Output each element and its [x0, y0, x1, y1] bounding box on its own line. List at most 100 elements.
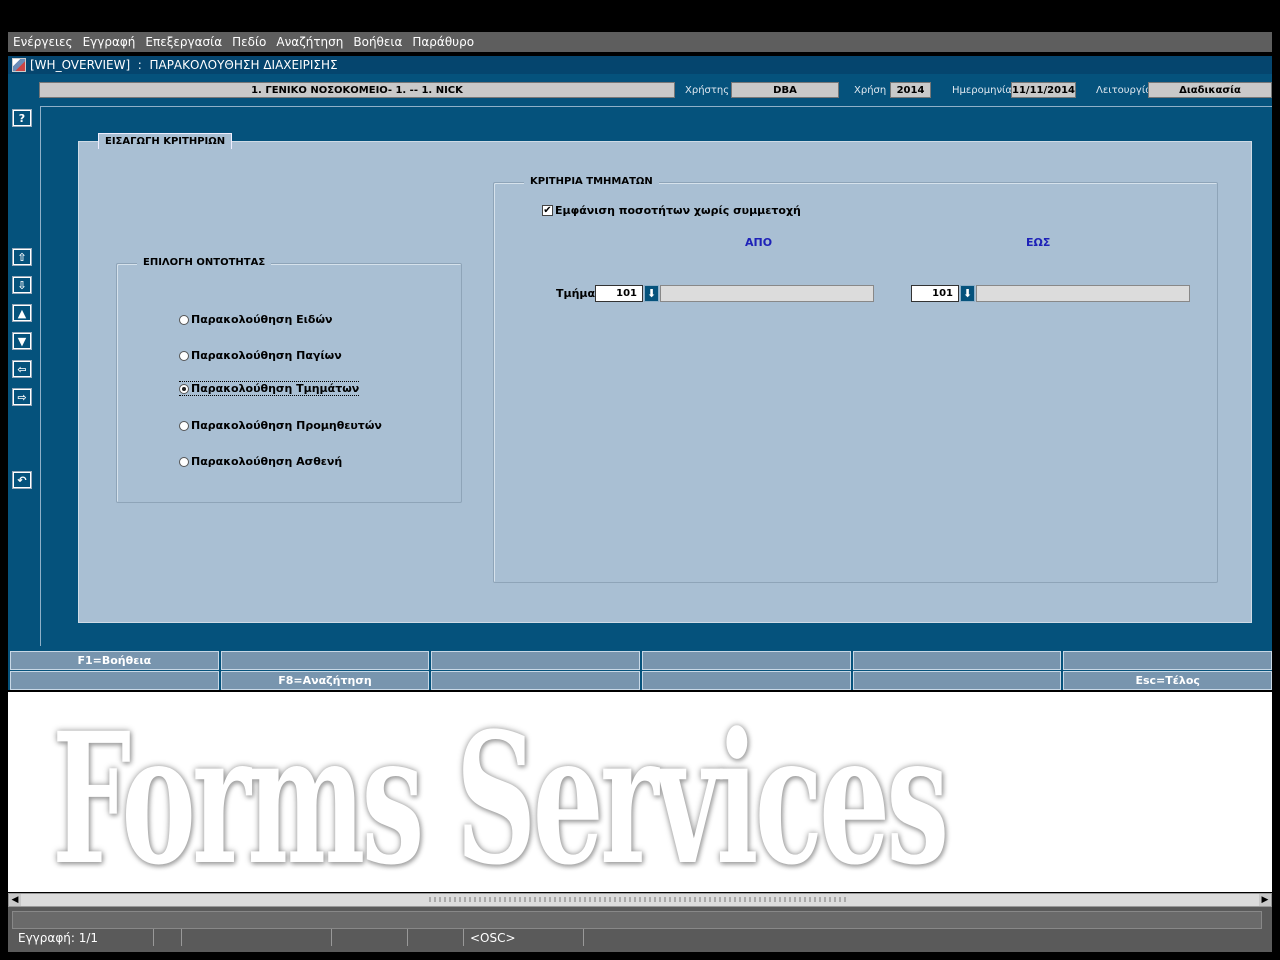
- previous-record-button[interactable]: ▲: [12, 304, 32, 322]
- function-field: Διαδικασία: [1148, 82, 1272, 98]
- entity-group-title: ΕΠΙΛΟΓΗ ΟΝΤΟΤΗΤΑΣ: [137, 257, 272, 268]
- exit-button[interactable]: ↶: [12, 471, 32, 489]
- status-cell: [154, 929, 182, 946]
- user-label: Χρήστης: [685, 84, 730, 96]
- radio-departments-label: Παρακολούθηση Τμημάτων: [191, 382, 360, 395]
- menu-edit[interactable]: Επεξεργασία: [145, 35, 222, 49]
- mode-indicator: <OSC>: [464, 929, 584, 946]
- to-heading: ΕΩΣ: [1026, 236, 1051, 249]
- date-label: Ημερομηνία: [952, 84, 1013, 96]
- previous-record-icon: ▲: [14, 306, 30, 320]
- window-title-bar: [WH_OVERVIEW] : ΠΑΡΑΚΟΛΟΥΘΗΣΗ ΔΙΑΧΕΙΡΙΣΗ…: [8, 56, 1272, 74]
- radio-items-label: Παρακολούθηση Ειδών: [191, 313, 333, 326]
- last-record-button[interactable]: ⇩: [12, 276, 32, 294]
- radio-items-control[interactable]: [179, 314, 189, 325]
- radio-fixed-assets[interactable]: Παρακολούθηση Παγίων: [179, 349, 342, 362]
- exit-icon: ↶: [14, 473, 30, 487]
- show-zero-qty-label: Εμφάνιση ποσοτήτων χωρίς συμμετοχή: [555, 204, 801, 217]
- organization-field: 1. ΓΕΝΙΚΟ ΝΟΣΟΚΟΜΕΙΟ- 1. -- 1. NICK: [39, 82, 675, 98]
- message-line: [12, 911, 1262, 929]
- department-to-description: [976, 285, 1190, 302]
- department-criteria-group: ΚΡΙΤΗΡΙΑ ΤΜΗΜΑΤΩΝ ✔ Εμφάνιση ποσοτήτων χ…: [493, 176, 1218, 583]
- menu-actions[interactable]: Ενέργειες: [13, 35, 73, 49]
- status-cell: [332, 929, 408, 946]
- scroll-right-icon[interactable]: ▶: [1259, 894, 1271, 906]
- radio-departments[interactable]: Παρακολούθηση Τμημάτων: [179, 381, 360, 396]
- menu-help[interactable]: Βοήθεια: [353, 35, 402, 49]
- fkey-exit-button[interactable]: Esc=Τέλος: [1063, 671, 1273, 690]
- scrollbar-grip[interactable]: [429, 897, 849, 902]
- app-icon: [12, 58, 26, 72]
- radio-suppliers-control[interactable]: [179, 420, 189, 431]
- radio-patients-label: Παρακολούθηση Ασθενή: [191, 455, 343, 468]
- from-heading: ΑΠΟ: [745, 236, 773, 249]
- department-label: Τμήμα: [556, 287, 596, 300]
- horizontal-scrollbar[interactable]: ◀ ▶: [8, 893, 1272, 907]
- forms-services-watermark: Forms Services: [52, 694, 949, 892]
- help-icon: ?: [14, 111, 30, 125]
- function-label: Λειτουργία: [1096, 84, 1152, 96]
- next-record-icon: ▼: [14, 334, 30, 348]
- fkey-button[interactable]: [852, 651, 1062, 670]
- form-workarea: 1. ΓΕΝΙΚΟ ΝΟΣΟΚΟΜΕΙΟ- 1. -- 1. NICK Χρήσ…: [8, 74, 1272, 690]
- fkey-button[interactable]: [431, 651, 641, 670]
- next-block-button[interactable]: ⇨: [12, 388, 32, 406]
- fkey-button[interactable]: [431, 671, 641, 690]
- year-label: Χρήση: [854, 84, 887, 96]
- previous-block-button[interactable]: ⇦: [12, 360, 32, 378]
- help-button[interactable]: ?: [12, 109, 32, 127]
- radio-patients[interactable]: Παρακολούθηση Ασθενή: [179, 455, 342, 468]
- radio-departments-control[interactable]: [179, 383, 189, 394]
- previous-block-icon: ⇦: [14, 362, 30, 376]
- radio-patients-control[interactable]: [179, 456, 189, 467]
- department-to-input[interactable]: 101: [911, 285, 959, 302]
- next-block-icon: ⇨: [14, 390, 30, 404]
- fkey-button[interactable]: [642, 651, 851, 670]
- menu-bar: Ενέργειες Εγγραφή Επεξεργασία Πεδίο Αναζ…: [8, 32, 1272, 52]
- criteria-group-title: ΚΡΙΤΗΡΙΑ ΤΜΗΜΑΤΩΝ: [524, 176, 659, 187]
- fkey-help-button[interactable]: F1=Βοήθεια: [10, 651, 219, 670]
- fkey-button[interactable]: [1063, 651, 1273, 670]
- entity-selection-group: ΕΠΙΛΟΓΗ ΟΝΤΟΤΗΤΑΣ Παρακολούθηση Ειδών Πα…: [116, 257, 462, 503]
- radio-suppliers-label: Παρακολούθηση Προμηθευτών: [191, 419, 382, 432]
- scroll-left-icon[interactable]: ◀: [9, 894, 21, 906]
- status-cell: [182, 929, 332, 946]
- department-to-lov-button[interactable]: ⬇: [960, 285, 975, 302]
- radio-fixed-assets-label: Παρακολούθηση Παγίων: [191, 349, 342, 362]
- background-area: Forms Services: [8, 692, 1272, 892]
- first-record-icon: ⇧: [14, 250, 30, 264]
- date-field: 11/11/2014: [1011, 82, 1076, 98]
- fkey-button[interactable]: [220, 651, 430, 670]
- menu-record[interactable]: Εγγραφή: [83, 35, 136, 49]
- fkey-button[interactable]: [642, 671, 851, 690]
- status-cells: Εγγραφή: 1/1 <OSC>: [12, 929, 584, 946]
- arrow-down-icon: ⬇: [962, 287, 973, 300]
- window-title: [WH_OVERVIEW] : ΠΑΡΑΚΟΛΟΥΘΗΣΗ ΔΙΑΧΕΙΡΙΣΗ…: [30, 58, 338, 72]
- show-zero-qty-checkbox[interactable]: ✔: [542, 205, 553, 216]
- radio-fixed-assets-control[interactable]: [179, 350, 189, 361]
- fkey-button[interactable]: [852, 671, 1062, 690]
- status-cell: [408, 929, 464, 946]
- year-field: 2014: [890, 82, 931, 98]
- user-field: DBA: [731, 82, 839, 98]
- record-indicator: Εγγραφή: 1/1: [12, 929, 154, 946]
- radio-items[interactable]: Παρακολούθηση Ειδών: [179, 313, 333, 326]
- department-from-description: [660, 285, 874, 302]
- radio-suppliers[interactable]: Παρακολούθηση Προμηθευτών: [179, 419, 382, 432]
- menu-field[interactable]: Πεδίο: [232, 35, 266, 49]
- department-from-input[interactable]: 101: [595, 285, 643, 302]
- criteria-panel: ΕΙΣΑΓΩΓΗ ΚΡΙΤΗΡΙΩΝ ΕΠΙΛΟΓΗ ΟΝΤΟΤΗΤΑΣ Παρ…: [78, 133, 1252, 623]
- last-record-icon: ⇩: [14, 278, 30, 292]
- function-keys-row-1: F1=Βοήθεια: [10, 651, 1273, 670]
- arrow-down-icon: ⬇: [646, 287, 657, 300]
- first-record-button[interactable]: ⇧: [12, 248, 32, 266]
- menu-query[interactable]: Αναζήτηση: [276, 35, 343, 49]
- department-from-lov-button[interactable]: ⬇: [644, 285, 659, 302]
- next-record-button[interactable]: ▼: [12, 332, 32, 350]
- fkey-button[interactable]: [10, 671, 219, 690]
- fkey-search-button[interactable]: F8=Αναζήτηση: [220, 671, 430, 690]
- panel-tab: ΕΙΣΑΓΩΓΗ ΚΡΙΤΗΡΙΩΝ: [98, 133, 233, 149]
- menu-window[interactable]: Παράθυρο: [412, 35, 474, 49]
- function-keys-row-2: F8=Αναζήτηση Esc=Τέλος: [10, 671, 1273, 690]
- show-zero-qty-checkbox-row[interactable]: ✔ Εμφάνιση ποσοτήτων χωρίς συμμετοχή: [542, 204, 801, 217]
